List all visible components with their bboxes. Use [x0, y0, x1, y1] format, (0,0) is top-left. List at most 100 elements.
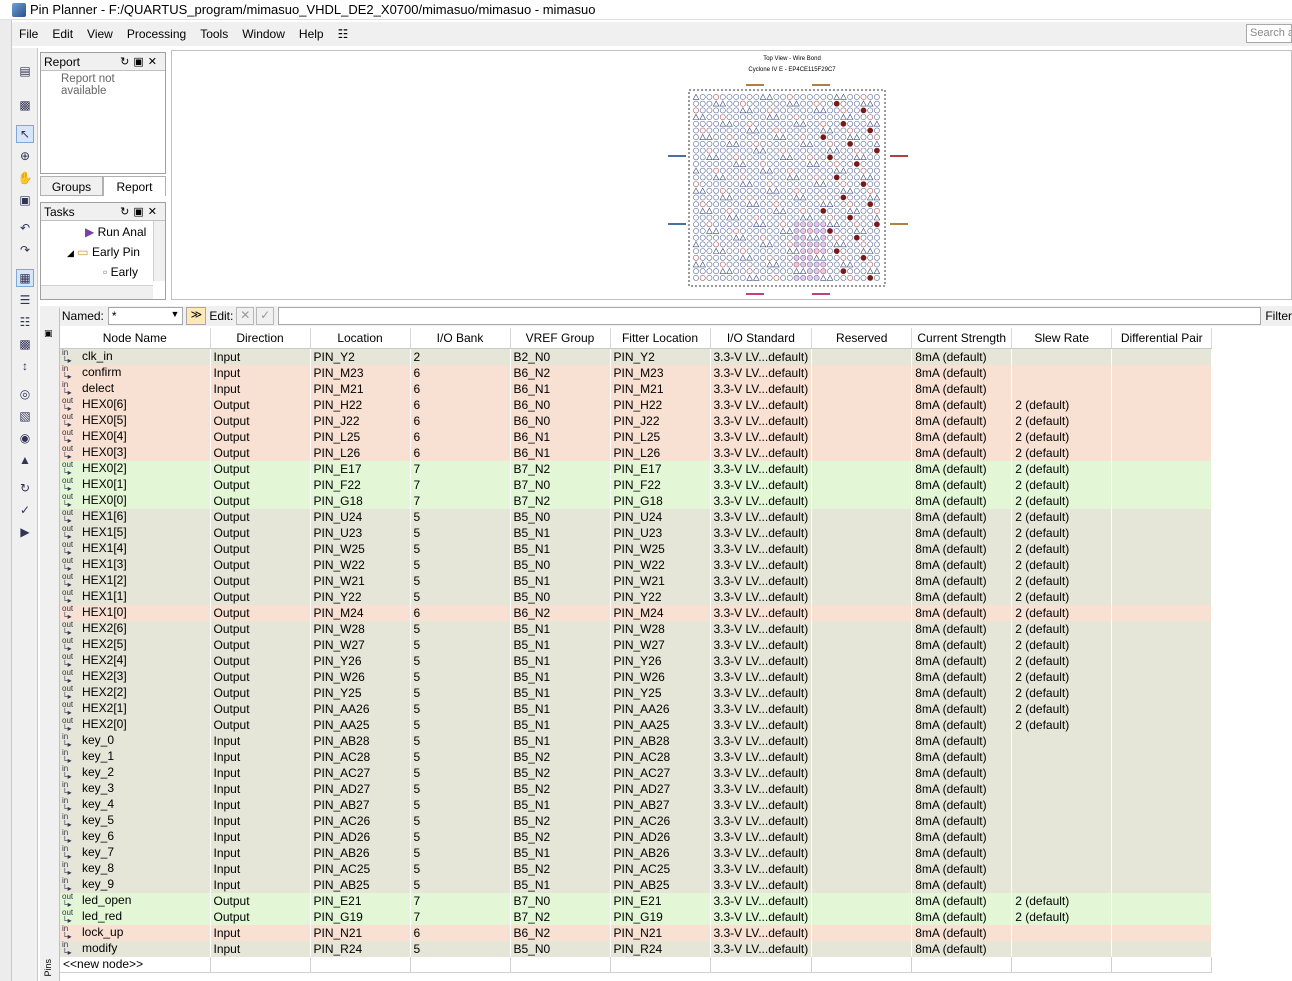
cell-dir[interactable]: Output [210, 524, 311, 541]
cell-dir[interactable]: Output [210, 556, 311, 573]
cell-res[interactable] [811, 412, 913, 429]
cell-std[interactable]: 3.3-V LV...default) [710, 364, 813, 381]
comment-icon[interactable]: ☷ [331, 27, 356, 41]
cell-loc[interactable]: PIN_U24 [310, 508, 411, 525]
cell-cur[interactable]: 8mA (default) [911, 396, 1013, 413]
cell-loc[interactable]: PIN_W21 [310, 572, 411, 589]
cell-dir[interactable]: Output [210, 540, 311, 557]
table-row[interactable]: out └▸ HEX1[0] Output PIN_M24 6 B6_N2 PIN_M24 3.… [60, 604, 1213, 621]
table-row[interactable]: out └▸ HEX1[1] Output PIN_Y22 5 B5_N0 PIN_Y22 3.… [60, 588, 1213, 605]
cell-res[interactable] [811, 636, 913, 653]
chip-pin[interactable] [793, 254, 800, 261]
cell-fit[interactable]: PIN_AC27 [610, 764, 711, 781]
table-row[interactable]: in └▸ modify Input PIN_R24 5 B5_N0 PIN_R24 3.3-V… [60, 940, 1213, 957]
cell-cur[interactable]: 8mA (default) [911, 556, 1013, 573]
cell-loc[interactable]: PIN_Y26 [310, 652, 411, 669]
cell-loc[interactable]: PIN_AC26 [310, 812, 411, 829]
table-row[interactable]: out └▸ HEX0[2] Output PIN_E17 7 B7_N2 PIN_E17 3.… [60, 460, 1213, 477]
cell-cur[interactable]: 8mA (default) [911, 412, 1013, 429]
chevron-down-icon[interactable]: ▼ [171, 309, 180, 319]
cell-slew[interactable]: 2 (default) [1011, 476, 1113, 493]
chip-pin[interactable] [813, 221, 820, 228]
cell-vref[interactable]: B5_N2 [510, 828, 611, 845]
cell-node-name[interactable]: out └▸ HEX1[2] [60, 572, 211, 589]
col-header[interactable]: Node Name [60, 328, 211, 349]
cell-bank[interactable]: 5 [410, 540, 511, 557]
cell-bank[interactable]: 7 [410, 908, 511, 925]
chip-pin[interactable] [800, 254, 807, 261]
cell-bank[interactable]: 5 [410, 636, 511, 653]
grid-icon[interactable]: ▩ [16, 335, 34, 353]
cell-node-name[interactable]: in └▸ modify [60, 940, 211, 957]
cell-vref[interactable]: B6_N2 [510, 364, 611, 381]
menu-window[interactable]: Window [235, 27, 292, 41]
table-row[interactable]: in └▸ key_2 Input PIN_AC27 5 B5_N2 PIN_AC27 3.3-… [60, 764, 1213, 781]
cell-loc[interactable]: PIN_AB28 [310, 732, 411, 749]
chip-pin[interactable] [800, 261, 807, 268]
cell-cur[interactable]: 8mA (default) [911, 940, 1013, 957]
cell-fit[interactable]: PIN_J22 [610, 412, 711, 429]
cell-cur[interactable]: 8mA (default) [911, 540, 1013, 557]
cell-diff[interactable] [1111, 412, 1213, 429]
cell-loc[interactable]: PIN_U23 [310, 524, 411, 541]
cell-res[interactable] [811, 700, 913, 717]
cell-fit[interactable]: PIN_M24 [610, 604, 711, 621]
cell-cur[interactable]: 8mA (default) [911, 780, 1013, 797]
cell-loc[interactable]: PIN_E17 [310, 460, 411, 477]
cell-res[interactable] [811, 540, 913, 557]
menu-edit[interactable]: Edit [45, 27, 80, 41]
cell-slew[interactable] [1011, 764, 1113, 781]
cell-cur[interactable]: 8mA (default) [911, 508, 1013, 525]
chip-pin[interactable] [867, 127, 874, 134]
cell-std[interactable]: 3.3-V LV...default) [710, 684, 813, 701]
empty-cell[interactable] [610, 956, 711, 973]
cell-cur[interactable]: 8mA (default) [911, 908, 1013, 925]
panel-controls[interactable]: ↻▣✕ [120, 205, 161, 218]
empty-cell[interactable] [310, 956, 411, 973]
cell-node-name[interactable]: in └▸ lock_up [60, 924, 211, 941]
cell-vref[interactable]: B5_N1 [510, 716, 611, 733]
cell-fit[interactable]: PIN_W25 [610, 540, 711, 557]
cell-fit[interactable]: PIN_M21 [610, 380, 711, 397]
cell-diff[interactable] [1111, 604, 1213, 621]
cell-res[interactable] [811, 572, 913, 589]
menu-file[interactable]: File [12, 27, 45, 41]
cell-fit[interactable]: PIN_L25 [610, 428, 711, 445]
cell-loc[interactable]: PIN_J22 [310, 412, 411, 429]
chip-pin[interactable] [820, 234, 827, 241]
cell-res[interactable] [811, 684, 913, 701]
undo-icon[interactable]: ↶ [16, 219, 34, 237]
cell-node-name[interactable]: in └▸ key_7 [60, 844, 211, 861]
cell-fit[interactable]: PIN_AC26 [610, 812, 711, 829]
cell-std[interactable]: 3.3-V LV...default) [710, 908, 813, 925]
empty-cell[interactable] [710, 956, 813, 973]
chip-pin[interactable] [807, 248, 813, 254]
cell-cur[interactable]: 8mA (default) [911, 748, 1013, 765]
cell-fit[interactable]: PIN_E17 [610, 460, 711, 477]
accept-edit-icon[interactable]: ✓ [256, 307, 275, 325]
cell-loc[interactable]: PIN_AC27 [310, 764, 411, 781]
cell-res[interactable] [811, 508, 913, 525]
cell-slew[interactable]: 2 (default) [1011, 652, 1113, 669]
cell-diff[interactable] [1111, 684, 1213, 701]
cell-cur[interactable]: 8mA (default) [911, 716, 1013, 733]
cell-std[interactable]: 3.3-V LV...default) [710, 860, 813, 877]
cell-fit[interactable]: PIN_U23 [610, 524, 711, 541]
cell-bank[interactable]: 5 [410, 876, 511, 893]
chip-pin[interactable] [813, 248, 820, 254]
cell-diff[interactable] [1111, 892, 1213, 909]
cell-std[interactable]: 3.3-V LV...default) [710, 700, 813, 717]
cell-cur[interactable]: 8mA (default) [911, 876, 1013, 893]
cell-res[interactable] [811, 780, 913, 797]
cell-loc[interactable]: PIN_AD27 [310, 780, 411, 797]
table-row[interactable]: in └▸ confirm Input PIN_M23 6 B6_N2 PIN_M23 3.3-… [60, 364, 1213, 381]
cell-res[interactable] [811, 396, 913, 413]
cell-bank[interactable]: 7 [410, 476, 511, 493]
cell-fit[interactable]: PIN_U24 [610, 508, 711, 525]
cell-bank[interactable]: 6 [410, 396, 511, 413]
refresh-icon[interactable]: ↻ [16, 479, 34, 497]
cell-slew[interactable]: 2 (default) [1011, 604, 1113, 621]
cell-cur[interactable]: 8mA (default) [911, 636, 1013, 653]
cell-diff[interactable] [1111, 796, 1213, 813]
panel-controls[interactable]: ↻▣✕ [120, 55, 161, 68]
